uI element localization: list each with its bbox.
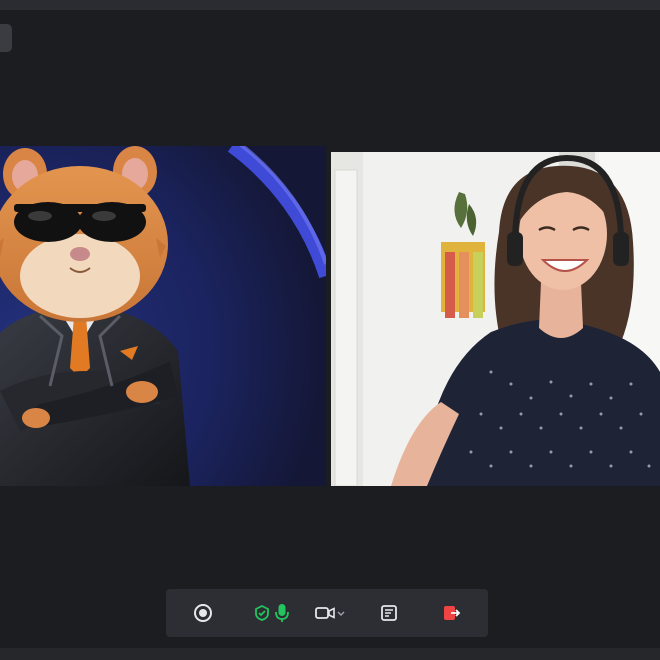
leave-call-button[interactable] <box>436 597 466 629</box>
share-screen-button[interactable] <box>374 597 404 629</box>
microphone-button[interactable] <box>250 597 294 629</box>
window-bottom-strip <box>0 648 660 660</box>
video-call-window <box>0 0 660 660</box>
call-control-bar <box>166 589 488 637</box>
record-button[interactable] <box>188 597 218 629</box>
share-screen-icon <box>381 605 397 621</box>
participant-video-feed <box>331 152 660 486</box>
window-title-strip <box>0 0 660 10</box>
participant-tile-right[interactable] <box>331 152 660 486</box>
record-icon <box>194 604 212 622</box>
participant-tile-left[interactable] <box>0 146 326 486</box>
shield-icon <box>255 604 269 621</box>
camera-icon <box>315 607 335 619</box>
leave-call-icon <box>444 606 461 620</box>
camera-button[interactable] <box>310 597 350 629</box>
side-panel-toggle[interactable] <box>0 24 12 52</box>
microphone-icon <box>275 604 289 622</box>
chevron-down-icon[interactable] <box>336 608 346 618</box>
hamster-avatar-image <box>0 146 326 486</box>
